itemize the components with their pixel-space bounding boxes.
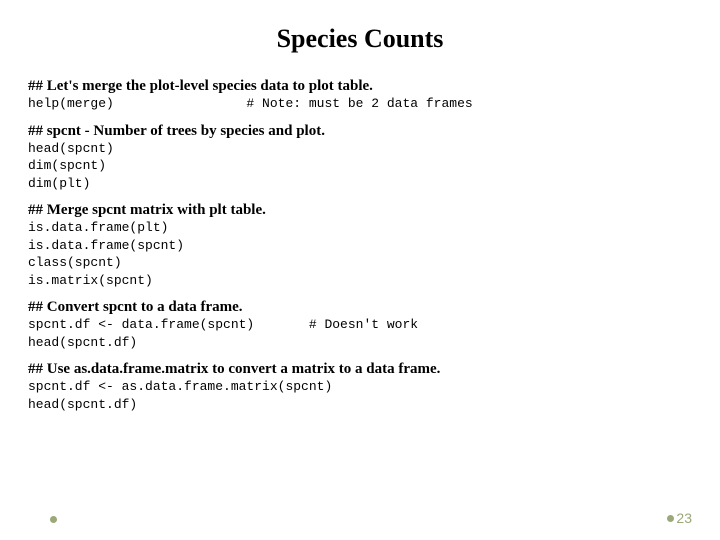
code-block-1: head(spcnt) dim(spcnt) dim(plt) <box>28 140 692 193</box>
section-heading-4: ## Use as.data.frame.matrix to convert a… <box>28 361 692 378</box>
section-heading-1: ## spcnt - Number of trees by species an… <box>28 123 692 140</box>
code-block-4: spcnt.df <- as.data.frame.matrix(spcnt) … <box>28 378 692 413</box>
page-number-text: 23 <box>676 510 692 526</box>
dot-icon <box>667 515 674 522</box>
section-heading-3: ## Convert spcnt to a data frame. <box>28 299 692 316</box>
bullet-icon <box>50 516 57 523</box>
section-heading-2: ## Merge spcnt matrix with plt table. <box>28 202 692 219</box>
page-number: 23 <box>667 510 692 526</box>
page-title: Species Counts <box>28 24 692 54</box>
section-heading-0: ## Let's merge the plot-level species da… <box>28 78 692 95</box>
code-block-3: spcnt.df <- data.frame(spcnt) # Doesn't … <box>28 316 692 351</box>
code-block-2: is.data.frame(plt) is.data.frame(spcnt) … <box>28 219 692 289</box>
code-block-0: help(merge) # Note: must be 2 data frame… <box>28 95 692 113</box>
